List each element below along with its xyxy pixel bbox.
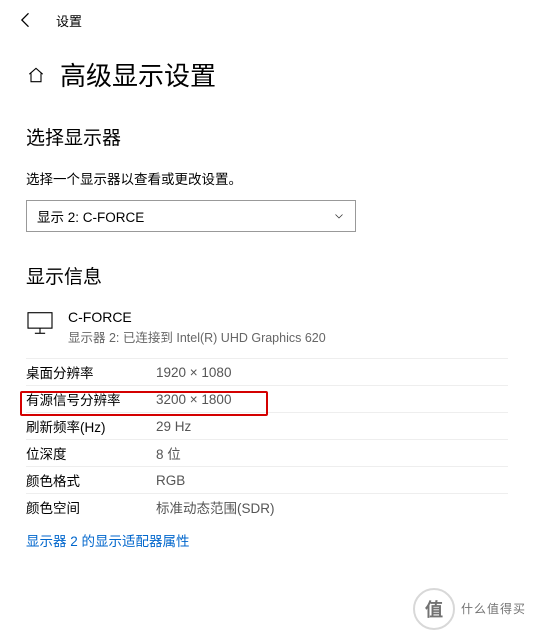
prop-value: RGB xyxy=(156,467,508,494)
prop-value: 29 Hz xyxy=(156,413,508,440)
display-selector-value: 显示 2: C-FORCE xyxy=(37,206,144,226)
table-row: 颜色空间标准动态范围(SDR) xyxy=(26,494,508,521)
page-title: 高级显示设置 xyxy=(60,56,216,93)
monitor-icon xyxy=(26,311,54,335)
window-title: 设置 xyxy=(56,11,82,30)
device-connection: 显示器 2: 已连接到 Intel(R) UHD Graphics 620 xyxy=(68,327,326,346)
prop-value: 标准动态范围(SDR) xyxy=(156,494,508,521)
display-adapter-link[interactable]: 显示器 2 的显示适配器属性 xyxy=(26,530,190,550)
display-properties-table: 桌面分辨率1920 × 1080 有源信号分辨率3200 × 1800 刷新频率… xyxy=(26,358,508,520)
prop-label: 刷新频率(Hz) xyxy=(26,413,156,440)
table-row: 有源信号分辨率3200 × 1800 xyxy=(26,386,508,413)
back-icon[interactable] xyxy=(16,10,36,30)
display-info-heading: 显示信息 xyxy=(26,262,508,289)
prop-value: 1920 × 1080 xyxy=(156,359,508,386)
prop-label: 有源信号分辨率 xyxy=(26,386,156,413)
prop-value: 3200 × 1800 xyxy=(156,386,508,413)
watermark-icon: 值 xyxy=(413,588,455,630)
prop-label: 颜色空间 xyxy=(26,494,156,521)
select-display-heading: 选择显示器 xyxy=(26,123,508,150)
prop-value: 8 位 xyxy=(156,440,508,467)
home-icon[interactable] xyxy=(26,65,46,85)
table-row: 颜色格式RGB xyxy=(26,467,508,494)
prop-label: 颜色格式 xyxy=(26,467,156,494)
select-display-desc: 选择一个显示器以查看或更改设置。 xyxy=(26,168,508,188)
display-selector-dropdown[interactable]: 显示 2: C-FORCE xyxy=(26,200,356,232)
device-name: C-FORCE xyxy=(68,309,326,325)
watermark-text: 什么值得买 xyxy=(461,603,526,615)
table-row: 位深度8 位 xyxy=(26,440,508,467)
table-row: 刷新频率(Hz)29 Hz xyxy=(26,413,508,440)
prop-label: 位深度 xyxy=(26,440,156,467)
table-row: 桌面分辨率1920 × 1080 xyxy=(26,359,508,386)
chevron-down-icon xyxy=(333,210,345,222)
watermark: 值 什么值得买 xyxy=(413,588,526,630)
prop-label: 桌面分辨率 xyxy=(26,359,156,386)
